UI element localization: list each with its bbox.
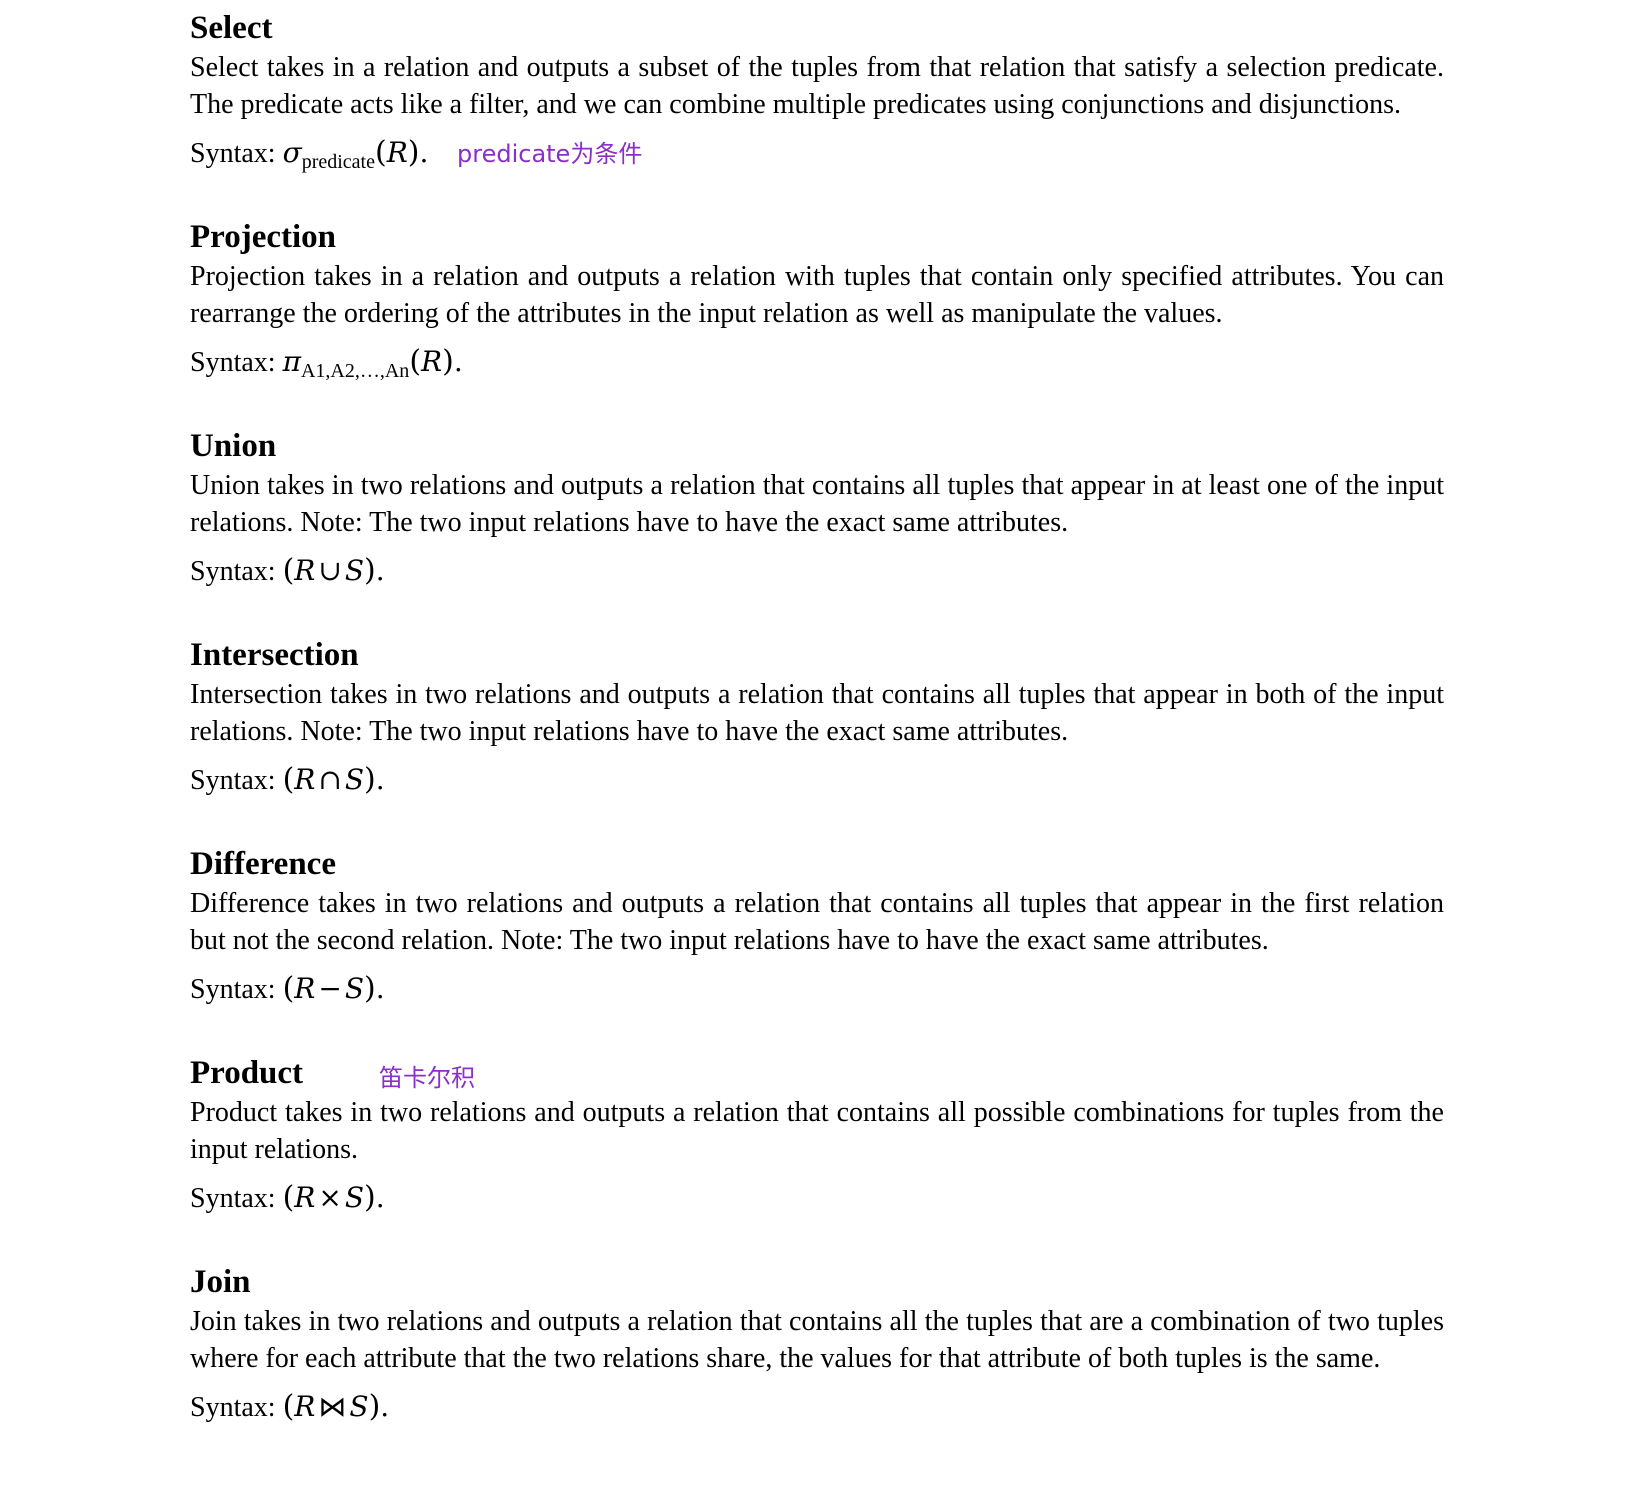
relation-r: R	[294, 1181, 316, 1214]
section-projection: Projection Projection takes in a relatio…	[190, 209, 1444, 418]
section-heading-row: Intersection	[190, 627, 1444, 673]
formula-subscript: predicate	[301, 151, 375, 173]
syntax-line: Syntax: (R ∩ S).	[190, 760, 1444, 801]
relation-r: R	[294, 763, 316, 796]
section-title: Intersection	[190, 637, 359, 673]
section-body: Product takes in two relations and outpu…	[190, 1097, 1444, 1165]
section-body: Union takes in two relations and outputs…	[190, 470, 1444, 538]
close-paren: )	[364, 971, 376, 1006]
syntax-line: Syntax: (R − S).	[190, 969, 1444, 1010]
close-paren: )	[368, 1389, 381, 1424]
product-annotation: 笛卡尔积	[379, 1064, 475, 1092]
syntax-label: Syntax:	[190, 974, 276, 1005]
formula-period: .	[375, 972, 385, 1005]
formula-period: .	[375, 1181, 385, 1214]
section-heading-row: Join	[190, 1254, 1444, 1300]
formula-period: .	[419, 136, 429, 169]
section-heading-row: Product 笛卡尔积	[190, 1045, 1444, 1092]
section-body: Join takes in two relations and outputs …	[190, 1306, 1444, 1374]
section-title: Union	[190, 428, 277, 464]
intersection-operator: ∩	[318, 763, 342, 796]
syntax-formula: (R ⋈ S).	[282, 1389, 390, 1424]
close-paren: )	[407, 135, 420, 170]
section-join: Join Join takes in two relations and out…	[190, 1254, 1444, 1504]
select-annotation: predicate为条件	[457, 140, 643, 168]
formula-period: .	[375, 763, 385, 796]
section-body: Intersection takes in two relations and …	[190, 679, 1444, 747]
section-heading-row: Union	[190, 418, 1444, 464]
section-difference: Difference Difference takes in two relat…	[190, 836, 1444, 1045]
difference-operator: −	[318, 972, 342, 1005]
syntax-label: Syntax:	[190, 138, 276, 169]
syntax-line: Syntax: πA1,A2,…,An(R).	[190, 342, 1444, 385]
syntax-label: Syntax:	[190, 1392, 276, 1423]
formula-period: .	[380, 1390, 390, 1423]
open-paren: (	[282, 553, 295, 588]
close-paren: )	[364, 553, 376, 588]
open-paren: (	[282, 1180, 295, 1215]
close-paren: )	[364, 1180, 376, 1215]
relation-r: R	[386, 136, 408, 169]
syntax-formula: σpredicate(R).	[282, 135, 429, 173]
sigma-symbol: σ	[282, 136, 302, 169]
syntax-line: Syntax: (R ⋈ S).	[190, 1387, 1444, 1428]
syntax-label: Syntax:	[190, 765, 276, 796]
open-paren: (	[282, 1389, 295, 1424]
section-title: Projection	[190, 219, 337, 255]
relation-s: S	[344, 972, 365, 1005]
union-operator: ∪	[318, 554, 342, 587]
section-intersection: Intersection Intersection takes in two r…	[190, 627, 1444, 836]
syntax-label: Syntax:	[190, 1183, 276, 1214]
syntax-formula: (R ∪ S).	[282, 553, 385, 588]
document: Select Select takes in a relation and ou…	[190, 0, 1444, 1504]
relation-s: S	[344, 1181, 365, 1214]
formula-period: .	[453, 345, 463, 378]
syntax-formula: (R ∩ S).	[282, 762, 385, 797]
formula-period: .	[375, 554, 385, 587]
relation-r: R	[421, 345, 443, 378]
relation-s: S	[344, 554, 365, 587]
pi-symbol: π	[282, 345, 301, 378]
syntax-line: Syntax: (R ∪ S).	[190, 551, 1444, 592]
section-title: Select	[190, 10, 273, 46]
section-title: Difference	[190, 846, 336, 882]
syntax-formula: (R − S).	[282, 971, 385, 1006]
close-paren: )	[364, 762, 376, 797]
product-operator: ×	[318, 1181, 342, 1214]
section-title: Join	[190, 1264, 251, 1300]
open-paren: (	[374, 135, 387, 170]
section-select: Select Select takes in a relation and ou…	[190, 0, 1444, 209]
section-product: Product 笛卡尔积 Product takes in two relati…	[190, 1045, 1444, 1254]
relation-r: R	[294, 554, 316, 587]
relation-s: S	[349, 1390, 369, 1423]
close-paren: )	[442, 344, 454, 379]
syntax-label: Syntax:	[190, 556, 276, 587]
open-paren: (	[282, 971, 295, 1006]
section-title: Product	[190, 1055, 304, 1091]
formula-subscript: A1,A2,…,An	[300, 360, 410, 382]
section-heading-row: Difference	[190, 836, 1444, 882]
relation-r: R	[294, 972, 316, 1005]
join-operator: ⋈	[318, 1390, 347, 1423]
open-paren: (	[282, 762, 295, 797]
section-body: Projection takes in a relation and outpu…	[190, 261, 1444, 329]
section-body: Select takes in a relation and outputs a…	[190, 52, 1444, 120]
syntax-line: Syntax: σpredicate(R). predicate为条件	[190, 133, 1444, 176]
relation-r: R	[294, 1390, 316, 1423]
syntax-line: Syntax: (R × S).	[190, 1178, 1444, 1219]
relation-s: S	[344, 763, 365, 796]
section-union: Union Union takes in two relations and o…	[190, 418, 1444, 627]
syntax-formula: (R × S).	[282, 1180, 385, 1215]
section-heading-row: Projection	[190, 209, 1444, 255]
section-heading-row: Select	[190, 0, 1444, 46]
syntax-label: Syntax:	[190, 347, 276, 378]
open-paren: (	[409, 344, 422, 379]
syntax-formula: πA1,A2,…,An(R).	[282, 344, 463, 382]
section-body: Difference takes in two relations and ou…	[190, 888, 1444, 956]
